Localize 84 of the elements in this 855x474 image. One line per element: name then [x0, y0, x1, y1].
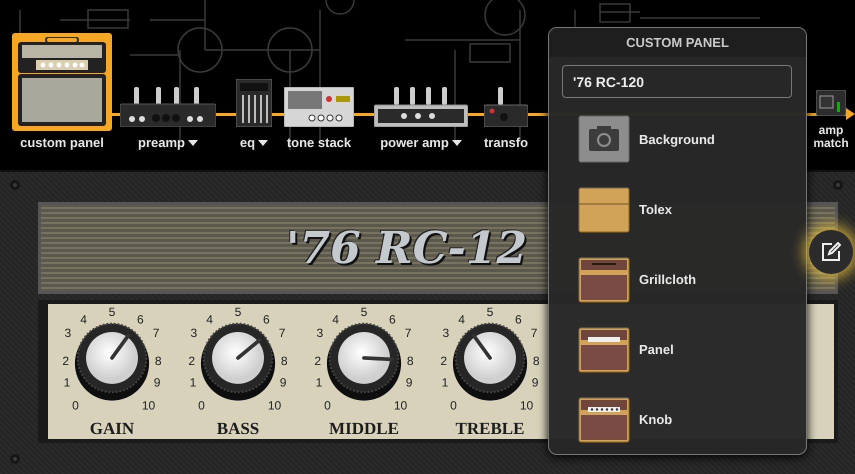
scale-number: 9: [280, 376, 286, 390]
scale-number: 3: [316, 326, 324, 340]
menu-item[interactable]: Tolex: [549, 174, 806, 244]
module-label: tone stack: [286, 135, 352, 150]
amp-knobs-icon: [578, 395, 630, 443]
menu-item[interactable]: Panel: [549, 314, 806, 384]
scale-number: 0: [198, 398, 205, 412]
knob[interactable]: [326, 322, 402, 401]
scale-number: 6: [263, 312, 270, 327]
scale-number: 9: [154, 376, 160, 390]
amp-case-icon: [578, 185, 630, 233]
caret-icon[interactable]: [188, 140, 198, 146]
scale-number: 0: [324, 398, 331, 412]
knob-label: TREBLE: [456, 419, 524, 439]
scale-number: 4: [458, 312, 465, 327]
knob-label: BASS: [216, 419, 260, 439]
scale-number: 4: [332, 312, 339, 327]
scale-number: 1: [316, 376, 322, 390]
chain-module[interactable]: [12, 33, 112, 131]
caret-icon[interactable]: [258, 140, 268, 146]
scale-number: 10: [394, 398, 408, 412]
knob-label: MIDDLE: [329, 419, 399, 439]
scale-number: 1: [190, 376, 196, 390]
scale-number: 6: [389, 312, 396, 327]
scale-number: 5: [108, 306, 116, 320]
preamp-icon: [120, 87, 216, 127]
scale-number: 8: [280, 354, 288, 368]
equalizer-icon: [236, 79, 272, 127]
module-label: custom panel: [20, 135, 104, 150]
camera-icon: [578, 115, 630, 163]
scale-number: 8: [154, 354, 162, 368]
knob-label: GAIN: [90, 419, 134, 439]
menu-item[interactable]: Background: [549, 104, 806, 174]
scale-number: 7: [530, 326, 538, 340]
scale-number: 0: [72, 398, 79, 412]
amp-panel-icon: [578, 325, 630, 373]
scale-number: 8: [532, 354, 540, 368]
scale-number: 4: [206, 312, 213, 327]
name-input-field[interactable]: '76 RC-120: [562, 65, 792, 98]
scale-number: 10: [268, 398, 282, 412]
scale-number: 7: [278, 326, 286, 340]
scale-number: 9: [406, 376, 412, 390]
scale-number: 3: [190, 326, 198, 340]
scale-number: 5: [234, 306, 242, 320]
module-label: preamp: [138, 135, 185, 150]
scale-number: 10: [520, 398, 534, 412]
caret-icon[interactable]: [452, 140, 462, 146]
module-label: eq: [240, 135, 256, 150]
transformer-icon: [484, 87, 528, 127]
scale-number: 6: [515, 312, 522, 327]
scale-number: 5: [360, 306, 368, 320]
scale-number: 9: [532, 376, 538, 390]
amp-grille-icon: [578, 255, 630, 303]
scale-number: 7: [404, 326, 412, 340]
module-label: power amp: [380, 135, 449, 150]
scale-number: 1: [64, 376, 70, 390]
scale-number: 3: [64, 326, 72, 340]
scale-number: 2: [188, 354, 196, 368]
tone-stack-icon: [284, 87, 354, 127]
scale-number: 2: [314, 354, 322, 368]
amp-combo-icon: [16, 37, 108, 127]
scale-number: 5: [486, 306, 494, 320]
module-label: transfo: [484, 135, 528, 150]
module-label: amp match: [812, 124, 850, 150]
power-amp-icon: [374, 87, 468, 127]
amp-model-name: '76 RC-12: [286, 222, 528, 274]
scale-number: 2: [62, 354, 70, 368]
edit-icon: [821, 242, 841, 262]
popup-title: CUSTOM PANEL: [549, 28, 806, 57]
scale-number: 1: [442, 376, 448, 390]
knob[interactable]: [200, 322, 276, 401]
scale-number: 3: [442, 326, 450, 340]
knob[interactable]: [452, 322, 528, 401]
menu-item[interactable]: Grillcloth: [549, 244, 806, 314]
scale-number: 2: [440, 354, 448, 368]
knob[interactable]: [74, 322, 150, 401]
scale-number: 0: [450, 398, 457, 412]
scale-number: 7: [152, 326, 160, 340]
scale-number: 10: [142, 398, 156, 412]
scale-number: 6: [137, 312, 144, 327]
scale-number: 8: [406, 354, 414, 368]
menu-item[interactable]: Knob: [549, 384, 806, 454]
scale-number: 4: [80, 312, 87, 327]
amp-match-icon: [816, 90, 846, 116]
